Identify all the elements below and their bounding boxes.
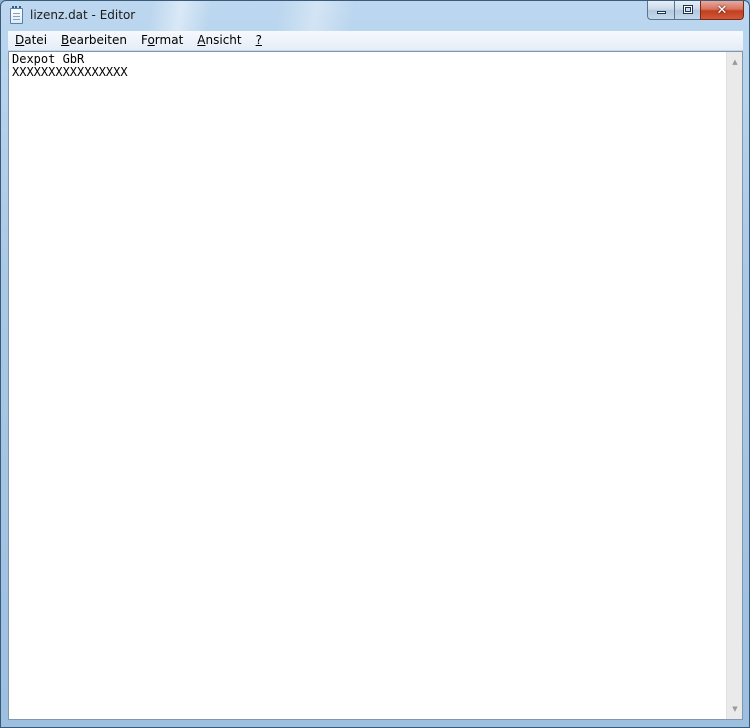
caption-buttons: ✕ (647, 1, 744, 21)
menu-bearbeiten-label: earbeiten (69, 33, 127, 47)
menu-format-accelerator: o (147, 33, 155, 47)
editor-frame: Dexpot GbR XXXXXXXXXXXXXXXX ▲ ▼ (8, 51, 743, 720)
maximize-icon (683, 5, 693, 14)
menu-ansicht[interactable]: Ansicht (190, 31, 248, 50)
close-button[interactable]: ✕ (700, 1, 744, 20)
menu-help-accelerator: ? (255, 33, 262, 47)
window-title: lizenz.dat - Editor (30, 8, 136, 22)
menu-datei[interactable]: Datei (8, 31, 54, 50)
maximize-button[interactable] (674, 1, 700, 20)
close-icon: ✕ (716, 2, 728, 18)
text-line: XXXXXXXXXXXXXXXX (12, 65, 128, 79)
vertical-scrollbar[interactable]: ▲ ▼ (726, 52, 742, 719)
menu-format[interactable]: Format (134, 31, 190, 50)
scroll-up-icon[interactable]: ▲ (727, 54, 743, 70)
menu-bar: Datei Bearbeiten Format Ansicht ? (8, 31, 743, 51)
menu-ansicht-accelerator: A (197, 33, 206, 47)
scroll-down-icon[interactable]: ▼ (727, 701, 743, 717)
notepad-icon[interactable] (10, 6, 23, 24)
minimize-icon (657, 11, 666, 14)
minimize-button[interactable] (647, 1, 674, 20)
text-editor[interactable]: Dexpot GbR XXXXXXXXXXXXXXXX (9, 52, 726, 719)
menu-datei-accelerator: D (15, 33, 25, 47)
menu-datei-label: atei (24, 33, 48, 47)
menu-format-label: rmat (154, 33, 184, 47)
menu-bearbeiten[interactable]: Bearbeiten (54, 31, 134, 50)
editor-window: lizenz.dat - Editor ✕ Datei Bearbeiten F… (0, 0, 750, 728)
title-bar[interactable]: lizenz.dat - Editor ✕ (1, 1, 749, 30)
menu-ansicht-label: nsicht (205, 33, 242, 47)
menu-help[interactable]: ? (249, 31, 269, 50)
window-bottom-border (8, 720, 743, 727)
